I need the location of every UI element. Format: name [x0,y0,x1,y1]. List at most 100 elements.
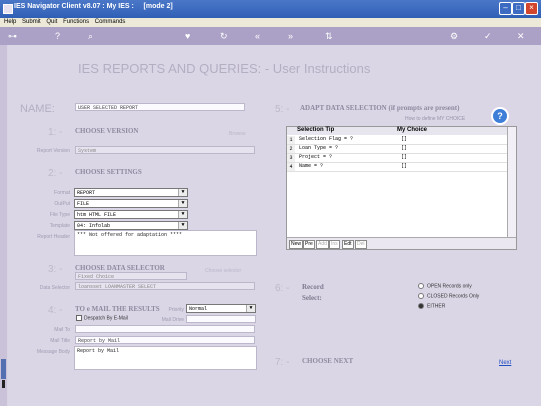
table-row[interactable]: 1 Selection Flag = ? [] [287,136,507,145]
despatch-checkbox[interactable]: Despatch By E-Mail [76,315,128,321]
radio-closed-records[interactable]: CLOSED Records Only [418,293,479,299]
app-icon [3,4,13,14]
row-tip: Name = ? [299,163,324,169]
mail-title-label: Mail Title [50,338,70,344]
close-window-button[interactable]: × [525,2,538,15]
radio-label: OPEN Records only [427,283,472,290]
chevron-down-icon: ▼ [178,211,187,218]
tools-icon[interactable]: ⚙ [450,31,458,41]
table-row[interactable]: 2 Loan Type = ? [] [287,145,507,154]
key-icon[interactable]: ⊶ [8,31,17,41]
report-version-field[interactable]: System [75,146,255,154]
help-icon[interactable]: ? [491,107,509,125]
new-row-button[interactable]: New [289,240,304,249]
mail-drive-field[interactable] [186,315,256,323]
section-2-title: CHOOSE SETTINGS [75,168,142,176]
menu-commands[interactable]: Commands [95,19,126,25]
message-body-textarea[interactable]: Report by Mail [74,346,257,370]
menu-quit[interactable]: Quit [46,19,57,25]
section-1-title: CHOOSE VERSION [75,127,139,135]
add-button[interactable]: Add [316,240,329,249]
row-choice[interactable]: [] [401,154,407,160]
select-label: Select: [302,294,322,302]
side-marker [2,380,5,388]
chevron-down-icon: ▼ [178,200,187,207]
edit-button[interactable]: Edt [342,240,354,249]
insert-button[interactable]: Ins [329,240,340,249]
radio-dot [418,283,424,289]
next-link[interactable]: Next [499,360,511,366]
format-label: Format [54,190,70,196]
grid-header: Selection Tip My Choice [287,127,507,135]
help-icon[interactable]: ? [55,31,60,41]
output-value: FILE [77,201,90,207]
mail-title-field[interactable]: Report by Mail [75,336,255,344]
report-version-label: Report Version [36,148,70,154]
data-selector-field[interactable]: loansset LOANMASTER SELECT [75,282,255,290]
how-to-define-link[interactable]: How to define MY CHOICE [405,116,465,122]
grid-vertical-scrollbar[interactable] [507,127,516,237]
tree-icon[interactable]: ⇅ [325,31,333,41]
menu-help[interactable]: Help [4,19,16,25]
row-choice[interactable]: [] [401,145,407,151]
search-icon[interactable]: ⌕ [88,31,93,41]
mail-to-label: Mail To [54,327,70,333]
section-3-title: CHOOSE DATA SELECTOR [75,264,165,272]
format-select[interactable]: REPORT ▼ [74,188,188,197]
table-row[interactable]: 4 Name = ? [] [287,163,507,172]
menu-bar: Help Submit Quit Functions Commands [0,18,541,27]
row-choice[interactable]: [] [401,136,407,142]
window-title: IES Navigator Client v8.07 : My IES : [m… [14,3,173,10]
name-label: NAME: [20,103,55,115]
heart-icon[interactable]: ♥ [185,31,190,41]
choose-selector-link[interactable]: Choose selector [205,268,241,274]
side-tab[interactable] [1,359,6,379]
section-5-number: 5: - [275,104,290,115]
despatch-label: Despatch By E-Mail [84,315,128,322]
radio-open-records[interactable]: OPEN Records only [418,283,472,289]
table-row[interactable]: 3 Project = ? [] [287,154,507,163]
maximize-button[interactable]: □ [512,2,525,15]
row-number: 1 [287,136,295,144]
row-number: 4 [287,163,295,171]
section-4-number: 4: - [48,305,63,316]
mail-to-field[interactable] [75,325,255,333]
prompt-grid: Selection Tip My Choice 1 Selection Flag… [286,126,517,250]
row-choice[interactable]: [] [401,163,407,169]
message-body-label: Message Body [36,349,70,355]
refresh-icon[interactable]: ↻ [220,31,228,41]
check-icon[interactable]: ✓ [484,31,492,41]
prev-button[interactable]: Pre [303,240,315,249]
close-icon[interactable]: ✕ [517,31,525,41]
file-type-value: htm HTML FILE [77,212,117,218]
section-5-title: ADAPT DATA SELECTION (if prompts are pre… [300,104,460,112]
name-field[interactable]: USER SELECTED REPORT [75,103,245,111]
col-selection-tip: Selection Tip [297,127,335,133]
priority-value: Normal [189,306,208,312]
left-strip [0,45,7,406]
delete-button[interactable]: Del [355,240,367,249]
priority-label: Priority [168,307,184,313]
menu-submit[interactable]: Submit [22,19,41,25]
col-my-choice: My Choice [397,127,428,133]
output-select[interactable]: FILE ▼ [74,199,188,208]
back-icon[interactable]: « [255,31,260,41]
template-select[interactable]: 04: Infolab ▼ [74,221,188,230]
radio-dot [418,303,424,309]
menu-functions[interactable]: Functions [63,19,89,25]
report-header-textarea[interactable]: *** Not offered for adaptation **** [74,230,257,256]
template-label: Template [49,223,70,229]
checkbox-box [76,315,82,321]
chevron-down-icon: ▼ [178,222,187,229]
section-7-number: 7: - [275,357,290,368]
priority-select[interactable]: Normal ▼ [186,304,256,313]
mail-drive-label: Mail Drive [161,317,184,323]
row-number: 3 [287,154,295,162]
browse-version-link[interactable]: Browse [229,131,246,137]
format-value: REPORT [77,190,96,196]
forward-icon[interactable]: » [288,31,293,41]
file-type-select[interactable]: htm HTML FILE ▼ [74,210,188,219]
radio-either[interactable]: EITHER [418,303,445,309]
toolbar: ⊶ ? ⌕ ♥ ↻ « » ⇅ ⚙ ✓ ✕ [0,27,541,45]
minimize-button[interactable]: – [499,2,512,15]
